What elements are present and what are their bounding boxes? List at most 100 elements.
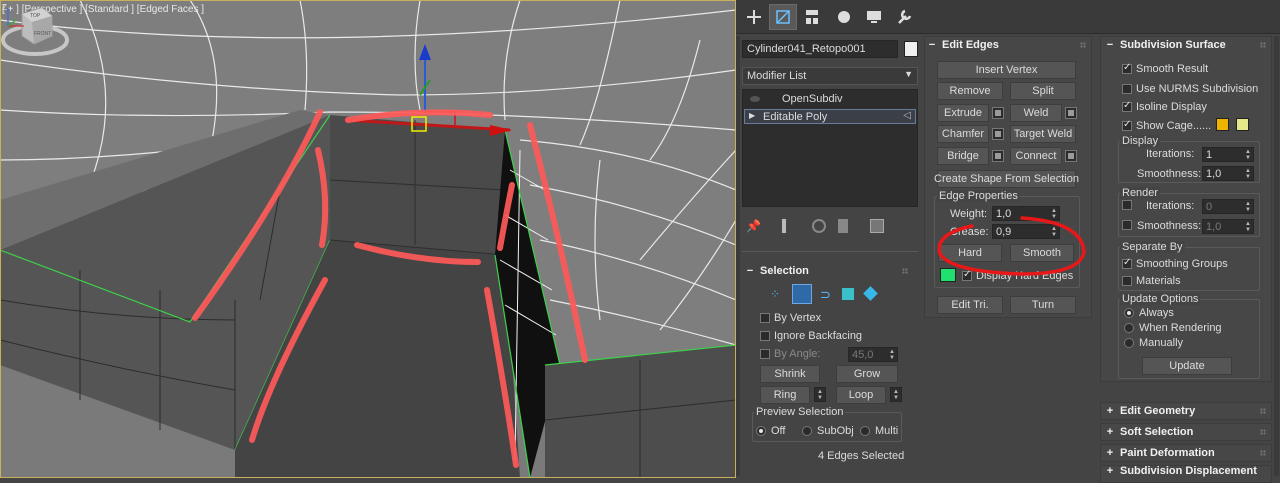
hard-button[interactable]: Hard [938,244,1002,262]
panel-left-scrollbar[interactable] [736,36,740,476]
checkbox-label: Isoline Display [1136,101,1207,113]
eye-icon[interactable] [750,96,760,102]
update-button[interactable]: Update [1142,357,1232,375]
hierarchy-tab[interactable] [798,4,826,30]
loop-spinner[interactable]: ▲ ▼ [890,387,902,402]
motion-tab[interactable] [830,4,858,30]
edit-edges-rollout-header[interactable]: − Edit Edges [926,36,1086,54]
render-iterations-spinner[interactable]: 0 ▲ ▼ [1202,199,1254,214]
expand-icon: + [1106,426,1114,438]
drag-grip-icon[interactable] [1080,42,1086,48]
checkbox-label: Show Cage...... [1136,120,1212,132]
checkbox-label: Smoothing Groups [1136,258,1228,270]
smoothing-groups-checkbox[interactable]: Smoothing Groups [1122,257,1228,270]
update-always-radio[interactable]: Always [1124,307,1174,319]
by-angle-checkbox[interactable]: By Angle: [760,348,820,360]
preview-multi-radio[interactable]: Multi [860,425,898,437]
drag-grip-icon[interactable] [902,268,908,274]
remove-modifier-icon[interactable] [838,219,848,233]
drag-grip-icon[interactable] [1260,42,1266,48]
pin-stack-icon[interactable]: 📌 [746,219,761,233]
connect-button[interactable]: Connect [1010,147,1062,165]
stack-item-editable-poly[interactable]: ▶ Editable Poly ◁ [744,109,916,124]
ignore-backfacing-checkbox[interactable]: Ignore Backfacing [760,330,862,342]
isoline-display-checkbox[interactable]: Isoline Display [1122,100,1207,113]
create-shape-button[interactable]: Create Shape From Selection [934,170,1079,188]
preview-subobj-radio[interactable]: SubObj [802,425,854,437]
chamfer-settings-icon[interactable] [992,128,1004,140]
paint-deformation-rollout-header[interactable]: + Paint Deformation [1104,444,1264,462]
ring-button[interactable]: Ring [760,386,810,404]
subdivision-displacement-rollout-header[interactable]: + Subdivision Displacement [1104,465,1264,478]
subdivision-surface-rollout-header[interactable]: − Subdivision Surface [1104,36,1264,54]
insert-vertex-button[interactable]: Insert Vertex [937,61,1076,79]
materials-checkbox[interactable]: Materials [1122,275,1181,287]
weight-spinner[interactable]: 1,0 ▲ ▼ [992,206,1060,221]
edit-tri-button[interactable]: Edit Tri. [937,296,1003,314]
object-color-swatch[interactable] [904,41,918,57]
smooth-button[interactable]: Smooth [1010,244,1074,262]
viewport-scene[interactable] [0,0,736,478]
use-nurms-checkbox[interactable]: Use NURMS Subdivision [1122,83,1258,95]
split-button[interactable]: Split [1010,82,1076,100]
stack-item-opensubdiv[interactable]: OpenSubdiv [744,92,916,107]
by-angle-spinner[interactable]: 45,0 ▲ ▼ [848,347,898,362]
collapse-icon: − [746,265,754,277]
preview-off-radio[interactable]: Off [756,425,785,437]
modify-tab[interactable] [769,4,797,30]
drag-grip-icon[interactable] [1260,429,1266,435]
element-mode-icon[interactable] [863,286,878,301]
selection-rollout-header[interactable]: − Selection [744,262,914,280]
smooth-result-checkbox[interactable]: Smooth Result [1122,62,1208,75]
render-iterations-checkbox[interactable] [1122,200,1136,210]
render-smoothness-spinner[interactable]: 1,0 ▲ ▼ [1202,219,1254,234]
drag-grip-icon[interactable] [1260,408,1266,414]
configure-modifier-sets-icon[interactable] [870,219,884,233]
render-smoothness-checkbox[interactable] [1122,220,1136,230]
hard-edge-color-swatch[interactable] [940,268,956,282]
by-vertex-checkbox[interactable]: By Vertex [760,312,821,324]
connect-settings-icon[interactable] [1065,150,1077,162]
target-weld-button[interactable]: Target Weld [1010,125,1076,143]
weld-button[interactable]: Weld [1010,104,1062,122]
expand-triangle-icon[interactable]: ▶ [749,111,755,120]
update-manually-radio[interactable]: Manually [1124,337,1183,349]
display-iterations-spinner[interactable]: 1 ▲ ▼ [1202,147,1254,162]
extrude-button[interactable]: Extrude [937,104,989,122]
perspective-viewport[interactable]: [ + ] [Perspective ] [Standard ] [Edged … [0,0,736,478]
modifier-list-dropdown[interactable]: Modifier List ▼ [742,67,918,85]
turn-button[interactable]: Turn [1010,296,1076,314]
show-cage-checkbox[interactable]: Show Cage...... [1122,119,1212,132]
display-hard-edges-checkbox[interactable]: Display Hard Edges [962,269,1073,282]
display-tab[interactable] [860,4,888,30]
weld-settings-icon[interactable] [1065,107,1077,119]
object-name-field[interactable]: Cylinder041_Retopo001 [742,40,898,58]
edge-mode-icon[interactable] [792,284,812,304]
make-unique-icon[interactable] [812,219,826,233]
chamfer-button[interactable]: Chamfer [937,125,989,143]
ring-spinner[interactable]: ▲ ▼ [814,387,826,402]
create-tab[interactable] [740,4,768,30]
bridge-button[interactable]: Bridge [937,147,989,165]
extrude-settings-icon[interactable] [992,107,1004,119]
drag-grip-icon[interactable] [1260,450,1266,456]
utilities-tab[interactable] [890,4,918,30]
update-when-rendering-radio[interactable]: When Rendering [1124,322,1222,334]
bridge-settings-icon[interactable] [992,150,1004,162]
polygon-mode-icon[interactable] [842,288,854,300]
border-mode-icon[interactable]: ⊃ [820,287,831,303]
crease-spinner[interactable]: 0,9 ▲ ▼ [992,224,1060,239]
vertex-mode-icon[interactable]: ⁘ [770,287,784,301]
shrink-button[interactable]: Shrink [760,365,820,383]
panel-right-scrollbar[interactable] [1274,36,1279,476]
cage-color-swatch-1[interactable] [1216,118,1229,131]
edit-geometry-rollout-header[interactable]: + Edit Geometry [1104,402,1264,420]
cage-color-swatch-2[interactable] [1236,118,1249,131]
show-end-result-icon[interactable] [782,219,786,233]
spinner-value: 45,0 [852,348,874,361]
grow-button[interactable]: Grow [836,365,898,383]
loop-button[interactable]: Loop [836,386,886,404]
display-smoothness-spinner[interactable]: 1,0 ▲ ▼ [1202,166,1254,181]
remove-button[interactable]: Remove [937,82,1003,100]
soft-selection-rollout-header[interactable]: + Soft Selection [1104,423,1264,441]
